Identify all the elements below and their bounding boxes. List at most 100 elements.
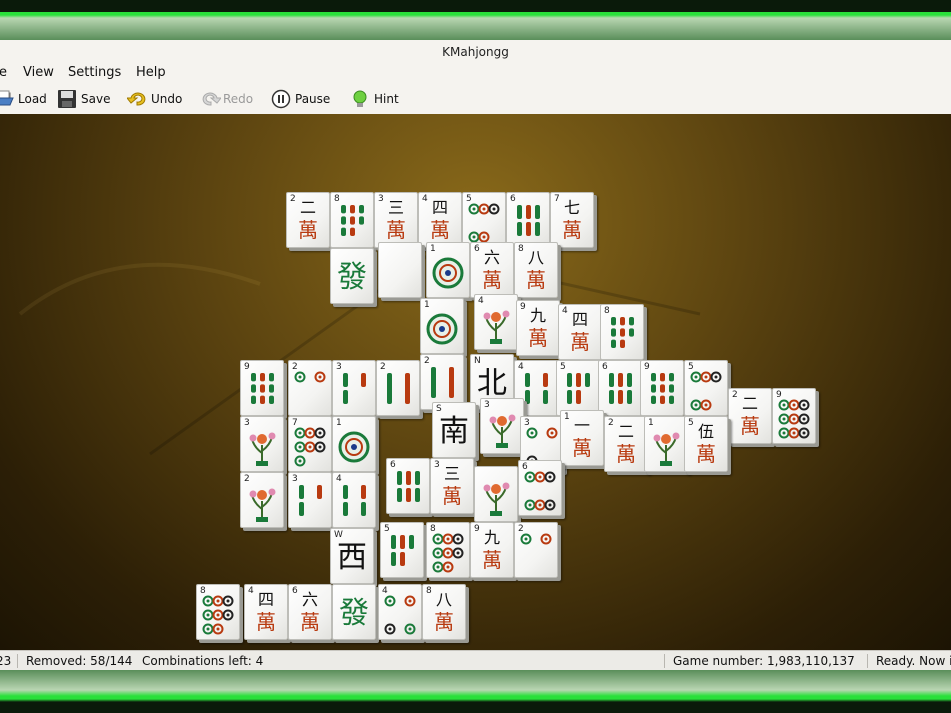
tile-face bbox=[474, 466, 518, 522]
mahjong-tile[interactable]: 6 bbox=[598, 360, 642, 416]
mahjong-tile[interactable]: 6六萬 bbox=[470, 242, 514, 298]
tile-face: 8 bbox=[330, 192, 374, 248]
pause-button[interactable]: Pause bbox=[271, 87, 330, 111]
tile-wan-character: 萬 bbox=[430, 218, 450, 242]
tile-face: 發 bbox=[330, 248, 374, 304]
mahjong-tile[interactable]: 2二萬 bbox=[604, 416, 648, 472]
floppy-disk-icon bbox=[57, 89, 77, 109]
mahjong-tile[interactable]: 發 bbox=[332, 584, 376, 640]
mahjong-tile[interactable]: 8 bbox=[196, 584, 240, 640]
tile-numeral: 六 bbox=[483, 248, 500, 267]
mahjong-tile[interactable]: S南 bbox=[432, 402, 476, 458]
mahjong-tile[interactable]: 1 bbox=[426, 242, 470, 298]
mahjong-tile[interactable] bbox=[378, 242, 422, 298]
tile-face: 1 bbox=[644, 416, 688, 472]
mahjong-tile[interactable]: 3三萬 bbox=[374, 192, 418, 248]
tile-wan-character: 萬 bbox=[386, 218, 406, 242]
mahjong-tile[interactable]: 8 bbox=[426, 522, 470, 578]
mahjong-tile[interactable]: 1 bbox=[644, 416, 688, 472]
redo-arrow-icon bbox=[199, 89, 223, 109]
mahjong-tile[interactable] bbox=[474, 466, 518, 522]
mahjong-tile[interactable]: W西 bbox=[330, 528, 374, 584]
toolbar: Load Save Undo Redo Pause Hint bbox=[0, 84, 951, 114]
menu-game[interactable]: e bbox=[0, 62, 7, 84]
mahjong-tile[interactable]: 3 bbox=[480, 398, 524, 454]
redo-button[interactable]: Redo bbox=[199, 87, 253, 111]
mahjong-tile[interactable]: 7 bbox=[288, 416, 332, 472]
menu-settings[interactable]: Settings bbox=[68, 62, 121, 84]
tile-face: W西 bbox=[330, 528, 374, 584]
save-button[interactable]: Save bbox=[57, 87, 110, 111]
mahjong-tile[interactable]: 1 bbox=[332, 416, 376, 472]
mahjong-tile[interactable]: 4四萬 bbox=[558, 304, 602, 360]
mahjong-tile[interactable]: 9九萬 bbox=[470, 522, 514, 578]
tile-wind-character: 北 bbox=[477, 366, 507, 401]
hint-button[interactable]: Hint bbox=[350, 87, 399, 111]
mahjong-tile[interactable]: 5 bbox=[684, 360, 728, 416]
mahjong-tile[interactable]: 8 bbox=[330, 192, 374, 248]
tile-bamboo-pattern bbox=[520, 371, 552, 411]
menu-view[interactable]: View bbox=[23, 62, 54, 84]
mahjong-tile[interactable]: 4四萬 bbox=[418, 192, 462, 248]
tile-flower-pattern bbox=[486, 409, 518, 449]
tile-face: 4四萬 bbox=[244, 584, 288, 640]
mahjong-tile[interactable]: 3 bbox=[240, 416, 284, 472]
mahjong-tile[interactable]: 2二萬 bbox=[728, 388, 772, 444]
tile-wan-character: 萬 bbox=[526, 268, 546, 292]
tile-dots-pattern bbox=[294, 371, 326, 411]
mahjong-tile[interactable]: 1 bbox=[420, 298, 464, 354]
tile-numeral: 四 bbox=[257, 590, 274, 609]
mahjong-tile[interactable]: 8八萬 bbox=[422, 584, 466, 640]
tile-face: 1 bbox=[332, 416, 376, 472]
load-label: Load bbox=[18, 92, 47, 106]
tile-face: 6六萬 bbox=[288, 584, 332, 640]
mahjong-tile[interactable]: 9 bbox=[772, 388, 816, 444]
mahjong-tile[interactable]: 2 bbox=[514, 522, 558, 578]
mahjong-tile[interactable]: 9 bbox=[640, 360, 684, 416]
tile-face: 5 bbox=[462, 192, 506, 248]
status-separator bbox=[664, 654, 665, 668]
mahjong-tile[interactable]: 4 bbox=[474, 294, 518, 350]
mahjong-tile[interactable]: 1一萬 bbox=[560, 410, 604, 466]
mahjong-tile[interactable]: 2 bbox=[240, 472, 284, 528]
mahjong-tile[interactable]: 8八萬 bbox=[514, 242, 558, 298]
mahjong-tile[interactable]: 5 bbox=[380, 522, 424, 578]
tile-dots-pattern bbox=[468, 203, 500, 243]
tile-bamboo-pattern bbox=[338, 371, 370, 411]
mahjong-tile[interactable]: 5 bbox=[462, 192, 506, 248]
mahjong-tile[interactable]: 2 bbox=[376, 360, 420, 416]
mahjong-tile[interactable]: 6六萬 bbox=[288, 584, 332, 640]
undo-button[interactable]: Undo bbox=[125, 87, 182, 111]
tile-bamboo-pattern bbox=[338, 483, 370, 523]
tile-numeral: 二 bbox=[741, 394, 758, 413]
mahjong-tile[interactable]: 4 bbox=[378, 584, 422, 640]
game-board: 2二萬83三萬4四萬567七萬發16六萬8八萬149九萬4四萬892322N北4… bbox=[0, 114, 951, 650]
tile-wan-character: 萬 bbox=[300, 610, 320, 634]
mahjong-tile[interactable]: 4 bbox=[332, 472, 376, 528]
tile-numeral: 二 bbox=[299, 198, 316, 217]
mahjong-tile[interactable]: 6 bbox=[506, 192, 550, 248]
mahjong-tile[interactable]: 5伍萬 bbox=[684, 416, 728, 472]
mahjong-tile[interactable]: 9 bbox=[240, 360, 284, 416]
tile-numeral: 九 bbox=[483, 528, 500, 547]
mahjong-tile[interactable]: 3三萬 bbox=[430, 458, 474, 514]
tile-bamboo-pattern bbox=[562, 371, 594, 411]
mahjong-tile[interactable]: 3 bbox=[332, 360, 376, 416]
mahjong-tile[interactable]: 2二萬 bbox=[286, 192, 330, 248]
mahjong-tile[interactable]: 3 bbox=[288, 472, 332, 528]
mahjong-tile[interactable]: 6 bbox=[386, 458, 430, 514]
mahjong-tile[interactable]: 7七萬 bbox=[550, 192, 594, 248]
mahjong-tile[interactable]: 4四萬 bbox=[244, 584, 288, 640]
mahjong-tile[interactable]: 8 bbox=[600, 304, 644, 360]
mahjong-tile[interactable]: 9九萬 bbox=[516, 300, 560, 356]
hint-label: Hint bbox=[374, 92, 399, 106]
tile-face: 9 bbox=[240, 360, 284, 416]
mahjong-tile[interactable]: 發 bbox=[330, 248, 374, 304]
mahjong-tile[interactable]: 2 bbox=[288, 360, 332, 416]
menu-help[interactable]: Help bbox=[136, 62, 166, 84]
tile-index: N bbox=[474, 356, 481, 366]
mahjong-tile[interactable]: 5 bbox=[556, 360, 600, 416]
mahjong-tile[interactable]: 6 bbox=[518, 460, 562, 516]
tile-dots1-pattern bbox=[426, 309, 458, 349]
load-button[interactable]: Load bbox=[0, 87, 47, 111]
